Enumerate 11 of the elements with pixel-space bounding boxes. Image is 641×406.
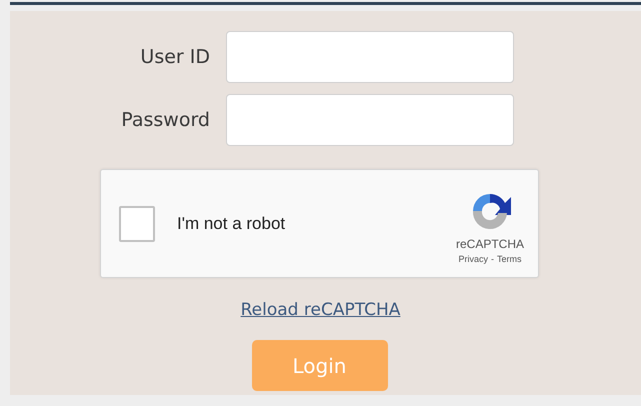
terms-link[interactable]: Terms <box>497 254 522 264</box>
privacy-link[interactable]: Privacy <box>458 254 488 264</box>
captcha-label: I'm not a robot <box>177 214 286 234</box>
reload-captcha-link[interactable]: Reload reCAPTCHA <box>240 300 400 320</box>
separator-text: - <box>491 254 494 264</box>
recaptcha-brand: reCAPTCHA <box>456 237 524 251</box>
captcha-checkbox[interactable] <box>119 206 155 242</box>
field-label: Password <box>120 109 210 131</box>
input-field[interactable] <box>226 94 514 146</box>
input-field[interactable] <box>226 31 514 83</box>
field-label: User ID <box>139 46 210 68</box>
